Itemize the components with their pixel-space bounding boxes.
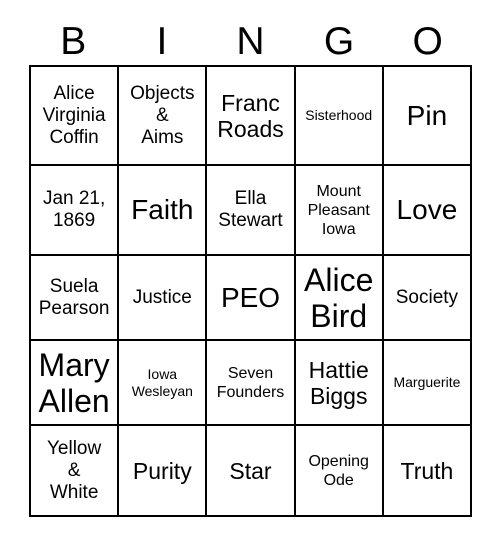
bingo-cell[interactable]: Society (383, 256, 473, 341)
bingo-grid: Alice Virginia Coffin Objects & Aims Fra… (29, 65, 473, 517)
bingo-cell-label: Pin (406, 99, 448, 131)
bingo-cell[interactable]: Jan 21, 1869 (31, 166, 120, 256)
bingo-cell[interactable]: Pin (383, 67, 473, 166)
bingo-header-row: B I N G O (29, 18, 472, 65)
bingo-cell-label: Hattie Biggs (308, 356, 369, 409)
bingo-cell-label: Opening Ode (308, 452, 369, 489)
bingo-cell-label: Mount Pleasant Iowa (307, 182, 370, 238)
bingo-cell-label: Justice (132, 286, 192, 308)
bingo-cell[interactable]: Star (207, 426, 296, 517)
bingo-cell[interactable]: Seven Founders (207, 341, 296, 426)
bingo-header-letter-i: I (156, 20, 168, 63)
bingo-header-letter-b: B (60, 20, 87, 63)
bingo-cell[interactable]: Mount Pleasant Iowa (295, 166, 384, 256)
bingo-cell[interactable]: Iowa Wesleyan (119, 341, 208, 426)
bingo-cell-label: Marguerite (393, 374, 461, 390)
bingo-card: B I N G O Alice Virginia Coffin Objects … (29, 18, 473, 517)
bingo-cell-label: Truth (400, 457, 454, 484)
bingo-cell[interactable]: Suela Pearson (31, 256, 120, 341)
bingo-cell-label: Alice Virginia Coffin (42, 82, 106, 148)
bingo-cell[interactable]: Mary Allen (31, 341, 120, 426)
bingo-cell-label: Love (396, 194, 458, 225)
bingo-cell-label: Purity (132, 457, 192, 484)
bingo-cell-label: Jan 21, 1869 (42, 188, 106, 231)
bingo-cell[interactable]: Truth (383, 426, 473, 517)
bingo-cell-label: Franc Roads (217, 89, 284, 142)
bingo-row: Jan 21, 1869 Faith Ella Stewart Mount Pl… (31, 166, 473, 256)
bingo-row: Mary Allen Iowa Wesleyan Seven Founders … (31, 341, 473, 426)
bingo-cell-label: Iowa Wesleyan (131, 365, 193, 399)
bingo-cell[interactable]: Sisterhood (295, 67, 384, 166)
bingo-cell[interactable]: Love (383, 166, 473, 256)
bingo-cell-label: Suela Pearson (38, 275, 110, 319)
bingo-row: Alice Virginia Coffin Objects & Aims Fra… (31, 67, 473, 166)
bingo-cell-label: Alice Bird (304, 261, 374, 334)
bingo-cell[interactable]: Hattie Biggs (295, 341, 384, 426)
bingo-cell-label: Mary Allen (38, 346, 110, 419)
bingo-cell-label: Society (395, 286, 459, 308)
bingo-header-letter-n: N (236, 20, 265, 63)
bingo-cell[interactable]: Alice Virginia Coffin (31, 67, 120, 166)
bingo-cell[interactable]: Opening Ode (295, 426, 384, 517)
bingo-cell[interactable]: Objects & Aims (119, 67, 208, 166)
bingo-cell[interactable]: Justice (119, 256, 208, 341)
bingo-header-letter-g: G (323, 20, 355, 63)
bingo-cell[interactable]: PEO (207, 256, 296, 341)
bingo-cell-label: Yellow & White (46, 437, 102, 503)
bingo-cell[interactable]: Ella Stewart (207, 166, 296, 256)
bingo-row: Suela Pearson Justice PEO Alice Bird Soc… (31, 256, 473, 341)
bingo-row: Yellow & White Purity Star Opening Ode T… (31, 426, 473, 517)
bingo-cell-label: Seven Founders (216, 364, 285, 401)
bingo-cell[interactable]: Alice Bird (295, 256, 384, 341)
bingo-cell-label: Faith (131, 194, 194, 225)
bingo-cell[interactable]: Faith (119, 166, 208, 256)
bingo-cell[interactable]: Yellow & White (31, 426, 120, 517)
bingo-cell-label: Ella Stewart (218, 188, 283, 231)
bingo-cell-label: Star (229, 457, 272, 484)
bingo-cell[interactable]: Franc Roads (207, 67, 296, 166)
bingo-cell[interactable]: Purity (119, 426, 208, 517)
bingo-cell-label: Objects & Aims (130, 82, 195, 148)
bingo-cell-label: PEO (220, 281, 281, 313)
bingo-cell-label: Sisterhood (305, 107, 373, 123)
bingo-cell[interactable]: Marguerite (383, 341, 473, 426)
bingo-header-letter-o: O (412, 20, 443, 63)
